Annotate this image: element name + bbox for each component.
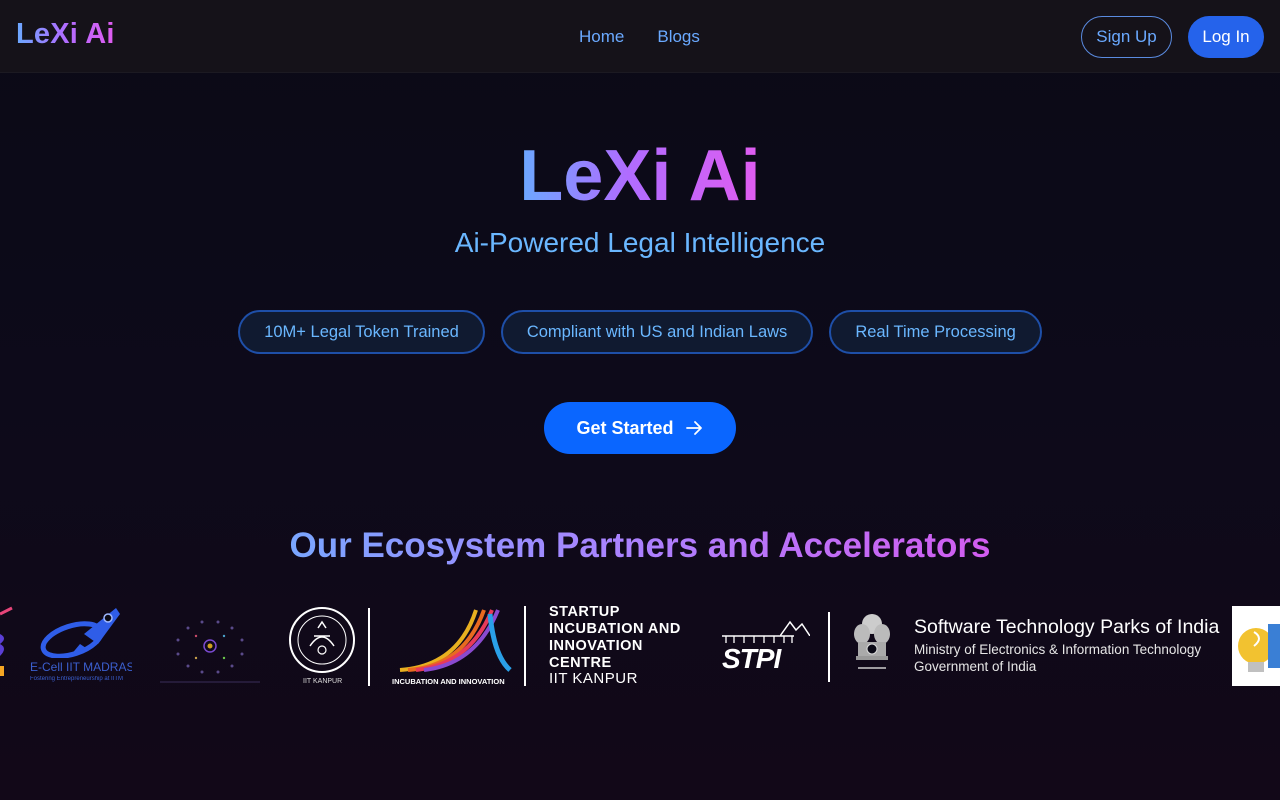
stpi-short-name: STPI xyxy=(722,643,781,674)
incubation-label: INCUBATION AND INNOVATION xyxy=(392,677,505,686)
partial-partner-logo xyxy=(0,606,13,676)
feature-pill-realtime: Real Time Processing xyxy=(829,310,1042,354)
partners-title-text: Our Ecosystem Partners and Accelerators xyxy=(289,526,991,565)
get-started-label: Get Started xyxy=(576,417,674,438)
iit-seal-icon xyxy=(289,607,355,673)
siic-line: INCUBATION AND xyxy=(549,621,681,637)
stpi-ministry: Ministry of Electronics & Information Te… xyxy=(914,642,1202,657)
siic-line: INNOVATION xyxy=(549,638,643,654)
stpi-title: Software Technology Parks of India xyxy=(914,616,1220,638)
logo-divider xyxy=(828,612,830,682)
hero-subtitle: Ai-Powered Legal Intelligence xyxy=(454,227,826,258)
hero-title-text: LeXi Ai xyxy=(519,136,761,216)
nav-link-blogs[interactable]: Blogs xyxy=(657,27,700,47)
partial-partner-logo-right xyxy=(1232,606,1280,686)
siic-subtitle: IIT KANPUR xyxy=(549,670,638,687)
rocket-icon xyxy=(40,608,120,658)
siic-title: STARTUP INCUBATION AND INNOVATION CENTRE xyxy=(549,604,681,672)
hero-title: LeXi Ai xyxy=(0,136,1280,216)
siic-line: STARTUP xyxy=(549,604,620,620)
ashoka-emblem-icon xyxy=(854,614,890,669)
neural-brain-icon xyxy=(160,620,260,683)
iitk-label: IIT KANPUR xyxy=(303,678,343,685)
ecell-tagline: Fostering Entrepreneurship at IITM xyxy=(30,676,124,682)
feature-pill-compliance: Compliant with US and Indian Laws xyxy=(500,310,814,354)
nav-link-home[interactable]: Home xyxy=(579,27,624,47)
bulb-icon xyxy=(1238,624,1280,672)
mountain-icon xyxy=(780,620,810,636)
feature-pill-tokens: 10M+ Legal Token Trained xyxy=(238,310,485,354)
incubation-arcs-icon xyxy=(399,609,512,672)
feature-pills: 10M+ Legal Token Trained Compliant with … xyxy=(0,310,1280,354)
navbar: LeXi Ai Home Blogs Sign Up Log In xyxy=(0,0,1280,73)
logo-divider xyxy=(368,608,370,686)
get-started-button[interactable]: Get Started xyxy=(544,402,736,454)
brand-logo[interactable]: LeXi Ai xyxy=(16,18,115,51)
arrow-right-icon xyxy=(685,421,702,435)
login-button[interactable]: Log In xyxy=(1188,16,1264,58)
stpi-government: Government of India xyxy=(914,659,1037,674)
partners-title: Our Ecosystem Partners and Accelerators xyxy=(0,526,1280,566)
signup-button[interactable]: Sign Up xyxy=(1081,16,1172,58)
logo-divider xyxy=(524,606,526,686)
ecell-name: E-Cell IIT MADRAS xyxy=(30,660,132,674)
nav-links: Home Blogs xyxy=(579,27,700,47)
